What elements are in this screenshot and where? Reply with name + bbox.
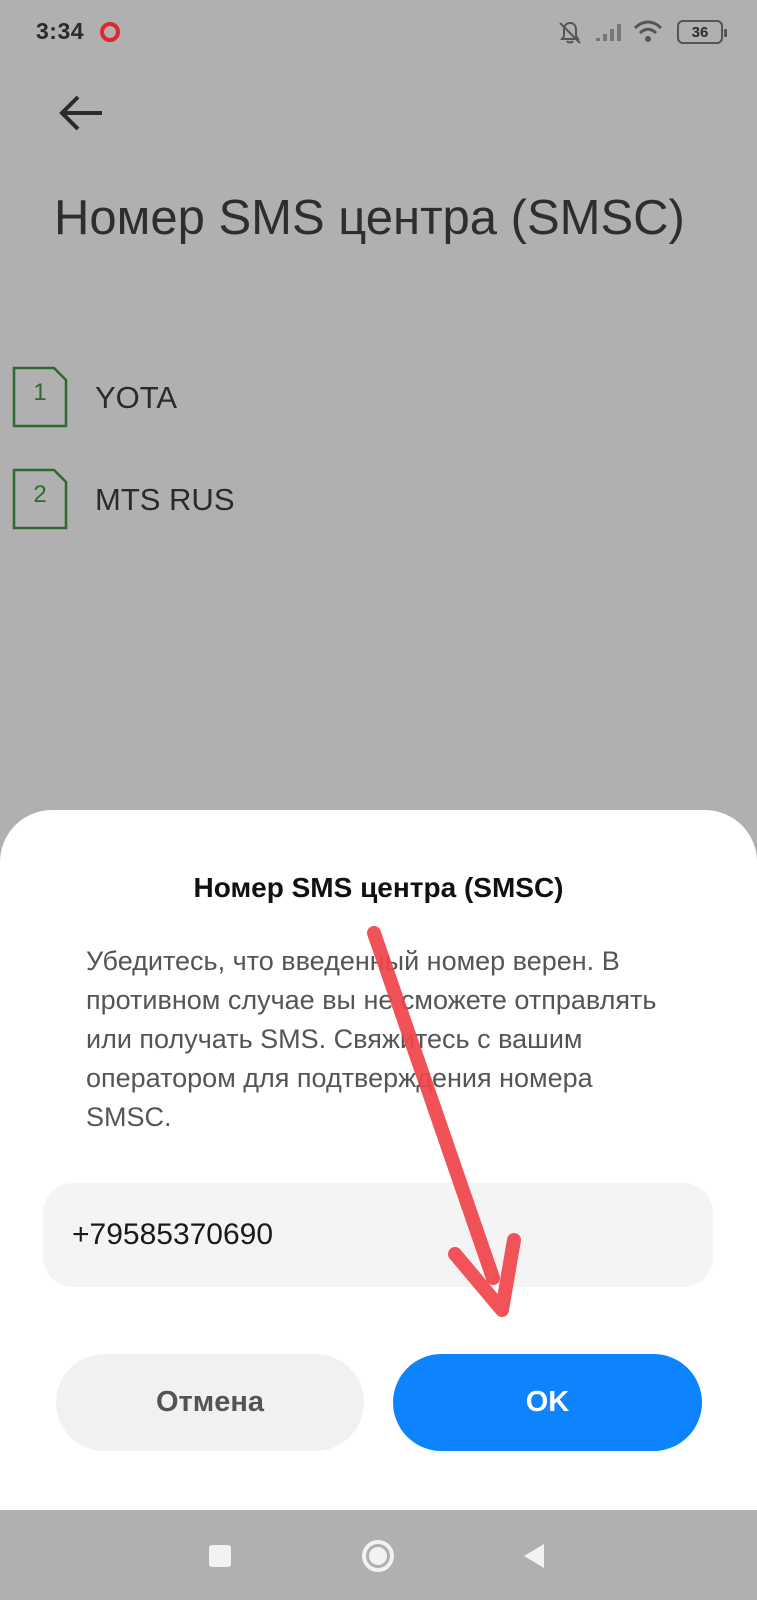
navigation-bar: [0, 1510, 757, 1600]
status-time: 3:34: [36, 18, 85, 44]
smsc-number-input[interactable]: [43, 1183, 713, 1287]
sim-card-icon: 2: [12, 468, 68, 530]
back-icon[interactable]: [516, 1538, 552, 1574]
status-icons: 36: [539, 16, 729, 48]
signal-icon: [596, 24, 621, 41]
home-icon[interactable]: [360, 1538, 396, 1574]
page-title: Номер SMS центра (SMSC): [54, 191, 685, 245]
battery-icon: 36: [677, 20, 727, 44]
status-bar: 3:34 36: [0, 0, 757, 64]
sim-card-icon: 1: [12, 366, 68, 428]
cancel-button[interactable]: Отмена: [56, 1354, 364, 1451]
arrow-left-icon[interactable]: [56, 92, 108, 134]
battery-level: 36: [691, 24, 709, 41]
sim-carrier-label: YOTA: [95, 380, 178, 415]
smsc-dialog: Номер SMS центра (SMSC) Убедитесь, что в…: [0, 810, 757, 1510]
sim-slot-number: 2: [33, 481, 47, 508]
recent-apps-icon[interactable]: [202, 1538, 238, 1574]
dialog-title: Номер SMS центра (SMSC): [193, 872, 564, 903]
sim-carrier-label: MTS RUS: [95, 482, 235, 517]
wifi-icon: [633, 20, 663, 42]
sim-slot-number: 1: [33, 379, 47, 406]
mute-icon: [559, 21, 581, 44]
opera-icon: [100, 22, 120, 42]
sim-item-2[interactable]: 2 MTS RUS: [0, 468, 757, 568]
sim-item-1[interactable]: 1 YOTA: [0, 366, 757, 466]
ok-button[interactable]: OK: [393, 1354, 702, 1451]
dialog-message: Убедитесь, что введенный номер верен. В …: [86, 946, 657, 1132]
